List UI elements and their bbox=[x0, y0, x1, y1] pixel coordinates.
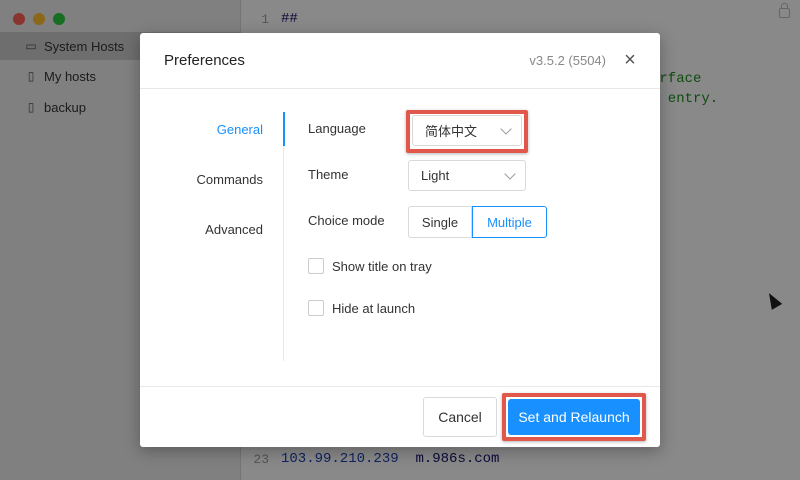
theme-label: Theme bbox=[308, 167, 349, 182]
cancel-button[interactable]: Cancel bbox=[423, 397, 497, 437]
theme-select[interactable]: Light bbox=[408, 160, 526, 191]
version-label: v3.5.2 (5504) bbox=[529, 53, 606, 68]
hide-at-launch-checkbox[interactable] bbox=[308, 300, 324, 316]
close-icon[interactable]: × bbox=[620, 50, 640, 70]
language-select[interactable]: 简体中文 bbox=[412, 115, 522, 146]
preferences-dialog: Preferences v3.5.2 (5504) × General Comm… bbox=[140, 33, 660, 447]
hide-at-launch-label: Hide at launch bbox=[332, 301, 416, 316]
tabs-divider bbox=[283, 112, 284, 361]
language-value: 简体中文 bbox=[425, 124, 478, 139]
choice-mode-single[interactable]: Single bbox=[408, 206, 472, 238]
chevron-down-icon bbox=[504, 168, 516, 180]
active-tab-indicator bbox=[283, 112, 285, 146]
language-label: Language bbox=[308, 121, 366, 136]
theme-value: Light bbox=[421, 168, 450, 183]
dialog-header: Preferences v3.5.2 (5504) × bbox=[140, 33, 660, 89]
show-title-on-tray-checkbox[interactable] bbox=[308, 258, 324, 274]
tab-commands[interactable]: Commands bbox=[197, 172, 263, 187]
set-and-relaunch-button[interactable]: Set and Relaunch bbox=[508, 399, 640, 435]
tab-general[interactable]: General bbox=[217, 122, 263, 137]
tab-advanced[interactable]: Advanced bbox=[205, 222, 263, 237]
preferences-tabs: General Commands Advanced bbox=[140, 88, 285, 363]
chevron-down-icon bbox=[500, 123, 512, 135]
show-title-on-tray-label: Show title on tray bbox=[332, 259, 432, 274]
choice-mode-multiple[interactable]: Multiple bbox=[472, 206, 547, 238]
dialog-title: Preferences bbox=[164, 52, 245, 69]
footer-divider bbox=[140, 386, 660, 387]
choice-mode-label: Choice mode bbox=[308, 213, 385, 228]
